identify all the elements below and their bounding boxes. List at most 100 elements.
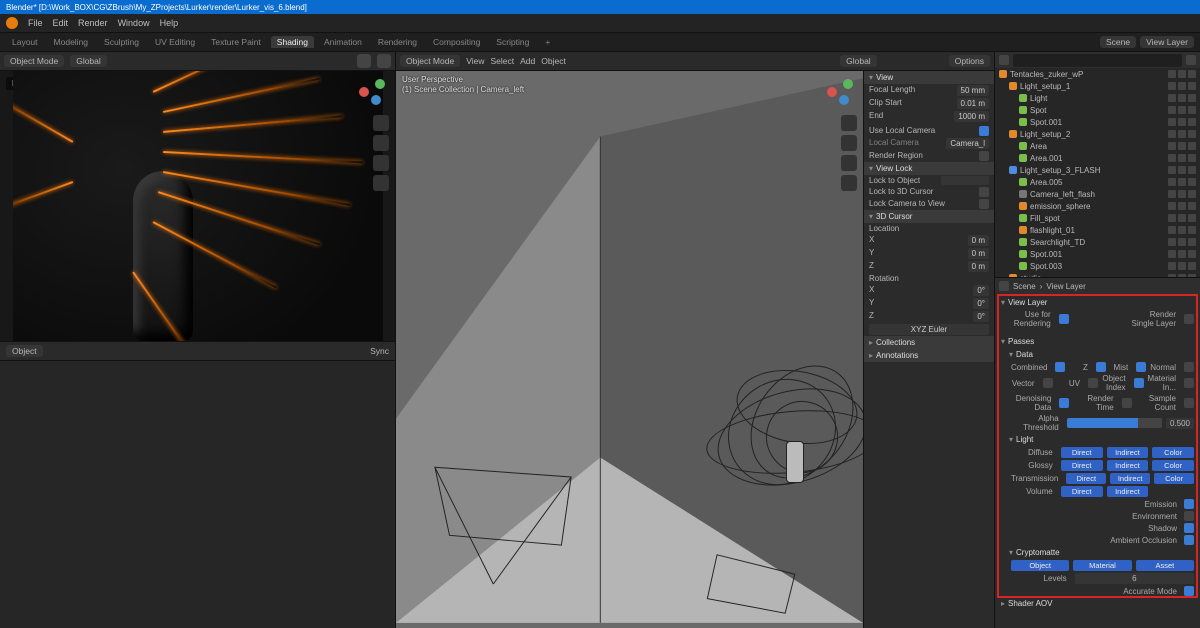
glossy-indirect[interactable]: Indirect xyxy=(1107,460,1149,471)
3d-viewport[interactable]: User Perspective (1) Scene Collection | … xyxy=(396,71,863,628)
visibility-toggle-icon[interactable] xyxy=(1188,130,1196,138)
clip-end-field[interactable]: 1000 m xyxy=(954,111,989,122)
visibility-toggle-icon[interactable] xyxy=(1178,154,1186,162)
visibility-toggle-icon[interactable] xyxy=(1188,214,1196,222)
pass-mat-index[interactable] xyxy=(1184,378,1194,388)
pass-mist[interactable] xyxy=(1136,362,1146,372)
section-cryptomatte[interactable]: Cryptomatte xyxy=(1001,546,1194,559)
visibility-toggle-icon[interactable] xyxy=(1168,214,1176,222)
cursor-loc-y[interactable]: 0 m xyxy=(968,248,989,259)
outliner-item[interactable]: Spot xyxy=(995,104,1200,116)
visibility-toggle-icon[interactable] xyxy=(1168,82,1176,90)
visibility-toggle-icon[interactable] xyxy=(1188,154,1196,162)
clip-start-field[interactable]: 0.01 m xyxy=(957,98,989,109)
visibility-toggle-icon[interactable] xyxy=(1188,118,1196,126)
tab-add[interactable]: + xyxy=(539,36,556,48)
axis-y-icon[interactable] xyxy=(843,79,853,89)
outliner-item[interactable]: flashlight_01 xyxy=(995,224,1200,236)
tab-sculpting[interactable]: Sculpting xyxy=(98,36,145,48)
pass-rendertime[interactable] xyxy=(1122,398,1132,408)
visibility-toggle-icon[interactable] xyxy=(1188,238,1196,246)
tab-shading[interactable]: Shading xyxy=(271,36,314,48)
outliner-item[interactable]: Camera_left_flash xyxy=(995,188,1200,200)
axis-x-icon[interactable] xyxy=(359,87,369,97)
nav-gizmo[interactable] xyxy=(359,79,387,107)
crypto-asset[interactable]: Asset xyxy=(1136,560,1194,571)
orientation-dropdown[interactable]: Global xyxy=(70,55,107,67)
tab-compositing[interactable]: Compositing xyxy=(427,36,486,48)
section-annotations[interactable]: Annotations xyxy=(864,349,994,362)
vol-indirect[interactable]: Indirect xyxy=(1107,486,1149,497)
visibility-toggle-icon[interactable] xyxy=(1168,118,1176,126)
visibility-toggle-icon[interactable] xyxy=(1178,70,1186,78)
section-view[interactable]: View xyxy=(864,71,994,84)
menu-file[interactable]: File xyxy=(28,18,43,28)
pass-combined[interactable] xyxy=(1055,362,1065,372)
visibility-toggle-icon[interactable] xyxy=(1178,190,1186,198)
tab-animation[interactable]: Animation xyxy=(318,36,368,48)
crypto-accurate-checkbox[interactable] xyxy=(1184,586,1194,596)
visibility-toggle-icon[interactable] xyxy=(1178,178,1186,186)
scene-selector[interactable]: Scene xyxy=(1100,36,1136,48)
axis-x-icon[interactable] xyxy=(827,87,837,97)
menu-select[interactable]: Select xyxy=(490,56,514,66)
outliner-list[interactable]: Tentacles_zuker_wPLight_setup_1LightSpot… xyxy=(995,68,1200,278)
visibility-toggle-icon[interactable] xyxy=(1168,154,1176,162)
outliner-item[interactable]: Fill_spot xyxy=(995,212,1200,224)
orientation-3d[interactable]: Global xyxy=(840,55,877,67)
cursor-loc-x[interactable]: 0 m xyxy=(968,235,989,246)
outliner-item[interactable]: Spot.003 xyxy=(995,260,1200,272)
pass-uv[interactable] xyxy=(1088,378,1098,388)
visibility-toggle-icon[interactable] xyxy=(1188,250,1196,258)
render-preview-viewport[interactable]: Rendering Done xyxy=(0,71,395,341)
pass-z[interactable] xyxy=(1096,362,1106,372)
mode-dropdown[interactable]: Object Mode xyxy=(4,55,64,67)
outliner-item[interactable]: Tentacles_zuker_wP xyxy=(995,68,1200,80)
visibility-toggle-icon[interactable] xyxy=(1188,262,1196,270)
crypto-object[interactable]: Object xyxy=(1011,560,1069,571)
trans-color[interactable]: Color xyxy=(1154,473,1194,484)
diffuse-indirect[interactable]: Indirect xyxy=(1107,447,1149,458)
mode-dropdown-3d[interactable]: Object Mode xyxy=(400,55,460,67)
visibility-toggle-icon[interactable] xyxy=(1168,166,1176,174)
alpha-threshold-slider[interactable] xyxy=(1067,418,1162,428)
axis-z-icon[interactable] xyxy=(839,95,849,105)
camera-icon[interactable] xyxy=(373,155,389,171)
visibility-toggle-icon[interactable] xyxy=(1178,262,1186,270)
axis-y-icon[interactable] xyxy=(375,79,385,89)
outliner-item[interactable]: Spot.001 xyxy=(995,248,1200,260)
properties-editor-icon[interactable] xyxy=(999,281,1009,291)
lock-object-field[interactable] xyxy=(941,176,989,185)
pan-icon[interactable] xyxy=(841,135,857,151)
tab-modeling[interactable]: Modeling xyxy=(48,36,95,48)
shader-node-editor[interactable] xyxy=(0,360,395,628)
outliner-editor-icon[interactable] xyxy=(999,55,1009,65)
visibility-toggle-icon[interactable] xyxy=(1188,226,1196,234)
outliner-item[interactable]: Searchlight_TD xyxy=(995,236,1200,248)
pass-shadow[interactable] xyxy=(1184,523,1194,533)
visibility-toggle-icon[interactable] xyxy=(1188,166,1196,174)
visibility-toggle-icon[interactable] xyxy=(1188,82,1196,90)
visibility-toggle-icon[interactable] xyxy=(1168,226,1176,234)
outliner-item[interactable]: Area xyxy=(995,140,1200,152)
camera-icon[interactable] xyxy=(841,155,857,171)
menu-view[interactable]: View xyxy=(466,56,484,66)
cursor-rot-y[interactable]: 0° xyxy=(973,298,989,309)
section-passes[interactable]: Passes xyxy=(1001,335,1194,348)
tab-texpaint[interactable]: Texture Paint xyxy=(205,36,267,48)
visibility-toggle-icon[interactable] xyxy=(1188,142,1196,150)
menu-window[interactable]: Window xyxy=(118,18,150,28)
pass-ao[interactable] xyxy=(1184,535,1194,545)
render-region-checkbox[interactable] xyxy=(979,151,989,161)
visibility-toggle-icon[interactable] xyxy=(1168,250,1176,258)
outliner-item[interactable]: Light xyxy=(995,92,1200,104)
cursor-rot-z[interactable]: 0° xyxy=(973,311,989,322)
section-3d-cursor[interactable]: 3D Cursor xyxy=(864,210,994,223)
crypto-material[interactable]: Material xyxy=(1073,560,1131,571)
options-dropdown[interactable]: Options xyxy=(949,55,990,67)
visibility-toggle-icon[interactable] xyxy=(1188,178,1196,186)
visibility-toggle-icon[interactable] xyxy=(1168,178,1176,186)
render-single-layer-checkbox[interactable] xyxy=(1184,314,1194,324)
visibility-toggle-icon[interactable] xyxy=(1188,94,1196,102)
visibility-toggle-icon[interactable] xyxy=(1178,238,1186,246)
